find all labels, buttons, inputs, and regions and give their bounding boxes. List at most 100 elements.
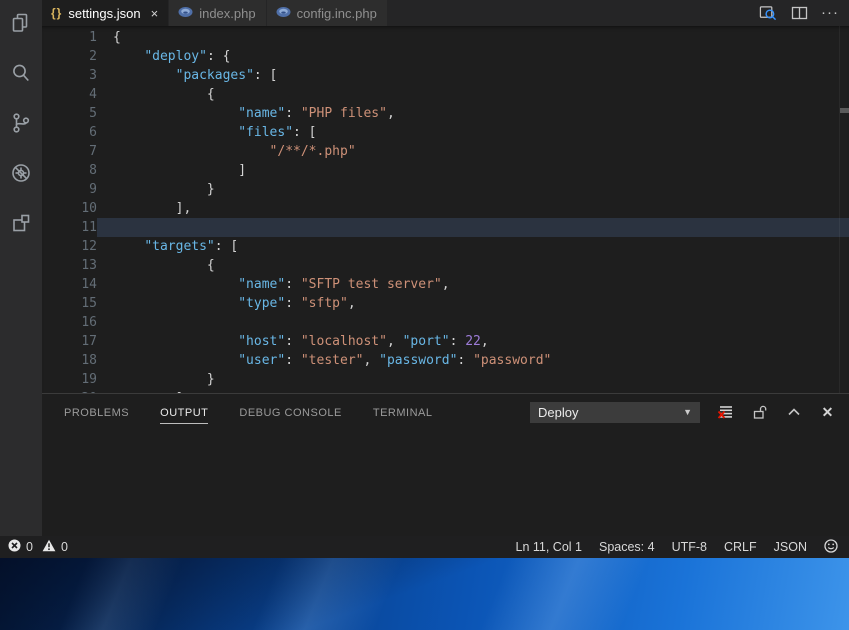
problems-status[interactable]: 0 0 [0,539,68,555]
code-line-content[interactable]: } [97,370,849,389]
activity-debug-button[interactable] [0,150,42,200]
code-line-content[interactable]: { [97,28,849,47]
code-line[interactable]: 18 "user": "tester", "password": "passwo… [42,351,849,370]
search-icon [9,61,33,90]
activity-extensions-button[interactable] [0,200,42,250]
code-line-content[interactable] [97,313,849,332]
status-bar: 0 0 Ln 11, Col 1 Spaces: 4 UTF-8 CRLF JS… [0,536,849,558]
php-icon [178,6,193,21]
output-channel-select[interactable]: Deploy ▼ [530,402,700,423]
cursor-position-status[interactable]: Ln 11, Col 1 [514,540,584,554]
code-line-content[interactable] [97,218,849,237]
indentation-status[interactable]: Spaces: 4 [597,540,657,554]
debug-icon [9,161,33,190]
more-actions-button[interactable]: ··· [821,4,839,22]
code-line-content[interactable]: } [97,180,849,199]
code-line[interactable]: 5 "name": "PHP files", [42,104,849,123]
language-mode-status[interactable]: JSON [772,540,809,554]
activity-source-control-button[interactable] [0,100,42,150]
open-preview-button[interactable] [759,4,777,22]
panel-actions: Deploy ▼ ✕ [530,402,849,423]
code-line[interactable]: 10 ], [42,199,849,218]
line-number: 4 [42,85,97,104]
eol-status[interactable]: CRLF [722,540,759,554]
line-number: 5 [42,104,97,123]
code-line-content[interactable]: { [97,256,849,275]
error-icon [8,539,21,555]
line-number: 16 [42,313,97,332]
json-braces-icon: {} [51,6,62,20]
line-number: 3 [42,66,97,85]
code-line-content[interactable]: { [97,85,849,104]
line-number: 13 [42,256,97,275]
overview-ruler-marker [840,108,849,113]
code-line[interactable]: 8 ] [42,161,849,180]
code-line[interactable]: 9 } [42,180,849,199]
encoding-status[interactable]: UTF-8 [670,540,709,554]
panel-tab-terminal[interactable]: TERMINAL [373,401,433,423]
code-line-content[interactable]: "deploy": { [97,47,849,66]
output-channel-value: Deploy [538,405,578,420]
unlock-scroll-button[interactable] [751,404,768,421]
panel-tab-output[interactable]: OUTPUT [160,401,208,424]
code-line[interactable]: 11 [42,218,849,237]
code-line[interactable]: 7 "/**/*.php" [42,142,849,161]
code-line-content[interactable]: "host": "localhost", "port": 22, [97,332,849,351]
desktop-wallpaper [0,558,849,630]
code-line[interactable]: 1{ [42,28,849,47]
code-line[interactable]: 19 } [42,370,849,389]
code-line[interactable]: 12 "targets": [ [42,237,849,256]
clear-output-button[interactable] [717,404,734,421]
line-number: 15 [42,294,97,313]
line-number: 7 [42,142,97,161]
code-line-content[interactable]: "type": "sftp", [97,294,849,313]
code-line-content[interactable]: "targets": [ [97,237,849,256]
tab-settings-json[interactable]: {} settings.json × [42,0,169,26]
tab-index-php[interactable]: index.php [169,0,266,26]
line-number: 11 [42,218,97,237]
maximize-panel-button[interactable] [785,404,802,421]
code-line[interactable]: 13 { [42,256,849,275]
code-line-content[interactable]: "name": "SFTP test server", [97,275,849,294]
line-number: 12 [42,237,97,256]
source-control-icon [9,111,33,140]
tab-label: settings.json [68,6,140,21]
close-panel-button[interactable]: ✕ [819,404,836,421]
code-line[interactable]: 14 "name": "SFTP test server", [42,275,849,294]
status-right: Ln 11, Col 1 Spaces: 4 UTF-8 CRLF JSON [514,539,849,556]
extensions-icon [9,211,33,240]
line-number: 14 [42,275,97,294]
code-line[interactable]: 17 "host": "localhost", "port": 22, [42,332,849,351]
panel-tab-debug-console[interactable]: DEBUG CONSOLE [239,401,341,423]
chevron-down-icon: ▼ [683,407,692,417]
error-count: 0 [26,540,33,554]
line-number: 2 [42,47,97,66]
code-line-content[interactable]: "name": "PHP files", [97,104,849,123]
code-line[interactable]: 16 [42,313,849,332]
code-line-content[interactable]: "user": "tester", "password": "password" [97,351,849,370]
panel-tab-problems[interactable]: PROBLEMS [64,401,129,423]
php-icon [276,6,291,21]
code-line[interactable]: 3 "packages": [ [42,66,849,85]
code-line-content[interactable]: ], [97,199,849,218]
desktop: {} settings.json × index.php config.inc.… [0,0,849,630]
code-editor[interactable]: 1{2 "deploy": {3 "packages": [4 {5 "name… [42,26,849,393]
feedback-smiley-icon[interactable] [822,539,840,556]
warning-icon [42,539,56,555]
line-number: 9 [42,180,97,199]
code-line[interactable]: 6 "files": [ [42,123,849,142]
code-line[interactable]: 15 "type": "sftp", [42,294,849,313]
split-editor-button[interactable] [790,4,808,22]
activity-explorer-button[interactable] [0,0,42,50]
activity-bar [0,0,42,536]
close-tab-icon[interactable]: × [151,6,159,21]
code-line-content[interactable]: ] [97,161,849,180]
tab-config-inc-php[interactable]: config.inc.php [267,0,388,26]
code-line-content[interactable]: "/**/*.php" [97,142,849,161]
editor-actions: ··· [759,0,849,26]
code-line[interactable]: 2 "deploy": { [42,47,849,66]
code-line[interactable]: 4 { [42,85,849,104]
activity-search-button[interactable] [0,50,42,100]
code-line-content[interactable]: "files": [ [97,123,849,142]
code-line-content[interactable]: "packages": [ [97,66,849,85]
